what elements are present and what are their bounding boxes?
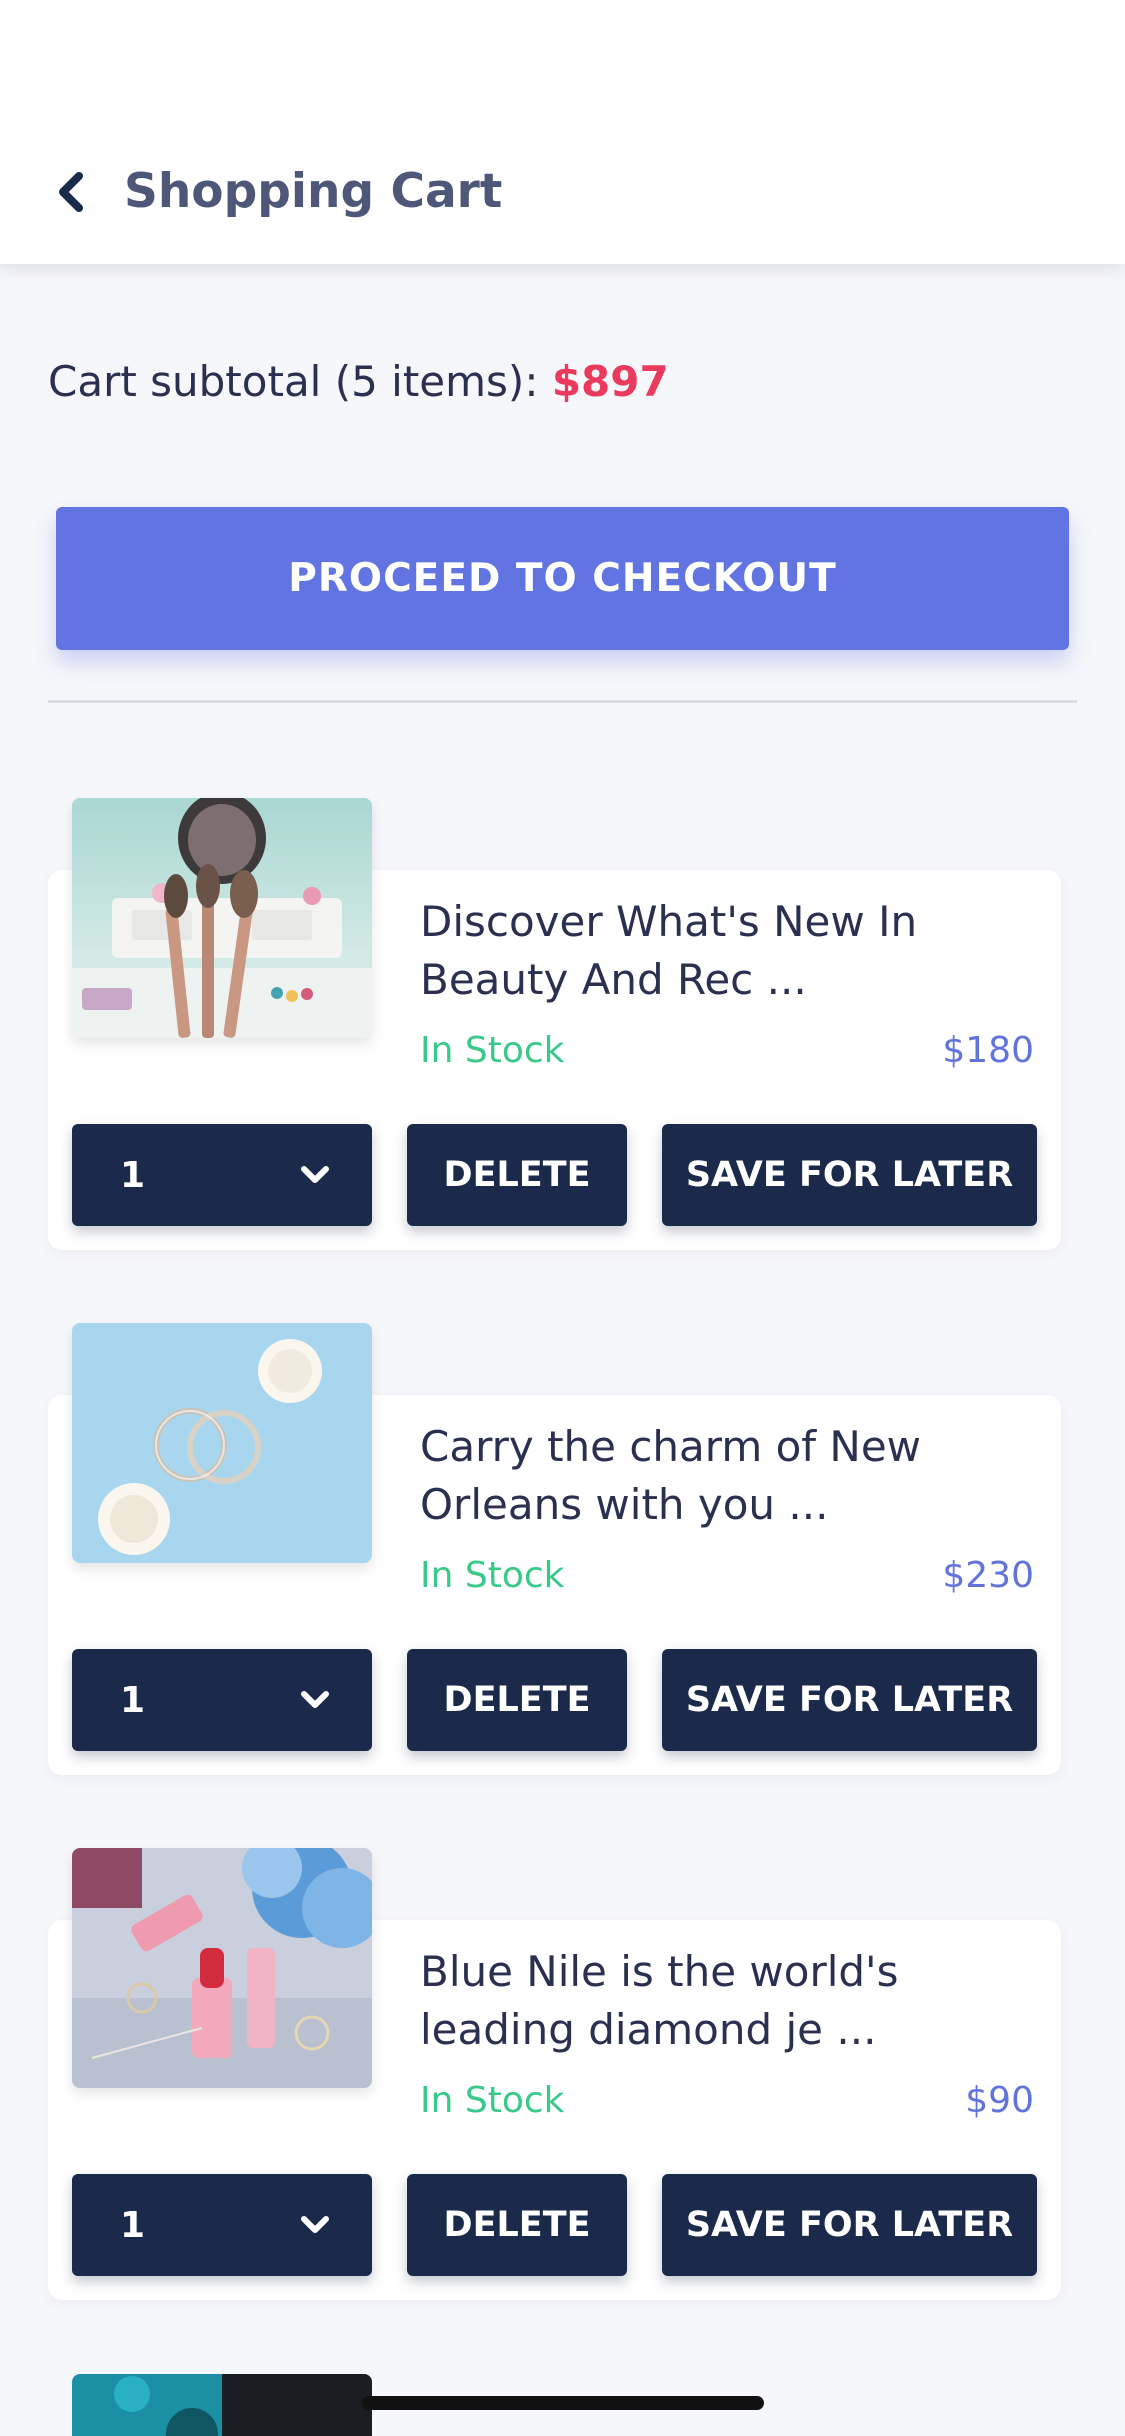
makeup-brushes-image <box>72 798 372 1038</box>
quantity-value: 1 <box>120 1154 146 1196</box>
product-image[interactable] <box>72 798 372 1038</box>
lipstick-jewelry-image <box>72 1848 372 2088</box>
divider <box>48 700 1077 703</box>
product-image[interactable] <box>72 2374 372 2436</box>
stock-status: In Stock <box>420 1555 565 1596</box>
quantity-select[interactable]: 1 <box>72 1124 372 1226</box>
product-title[interactable]: Blue Nile is the world's leading diamond… <box>420 1943 1040 2059</box>
back-button[interactable] <box>44 162 96 222</box>
product-title[interactable]: Carry the charm of New Orleans with you … <box>420 1418 1040 1534</box>
quantity-value: 1 <box>120 2204 146 2246</box>
shopping-cart-screen: Shopping Cart Cart subtotal (5 items): $… <box>0 0 1125 2436</box>
quantity-select[interactable]: 1 <box>72 1649 372 1751</box>
hoop-earrings-image <box>72 1323 372 1563</box>
chevron-down-icon <box>301 1691 329 1708</box>
product-price: $180 <box>942 1030 1034 1071</box>
product-price: $230 <box>942 1555 1034 1596</box>
chevron-left-icon <box>59 172 83 212</box>
product-title[interactable]: Discover What's New In Beauty And Rec ..… <box>420 893 1040 1009</box>
quantity-value: 1 <box>120 1679 146 1721</box>
product-image[interactable] <box>72 1848 372 2088</box>
chevron-down-icon <box>301 2216 329 2233</box>
cart-item: Discover What's New In Beauty And Rec ..… <box>0 798 1125 1250</box>
product-image[interactable] <box>72 1323 372 1563</box>
chevron-down-icon <box>301 1166 329 1183</box>
save-for-later-button[interactable]: SAVE FOR LATER <box>662 1124 1037 1226</box>
home-indicator <box>362 2396 764 2410</box>
stock-status: In Stock <box>420 2080 565 2121</box>
page-title: Shopping Cart <box>124 164 503 219</box>
save-for-later-button[interactable]: SAVE FOR LATER <box>662 2174 1037 2276</box>
subtotal-amount: $897 <box>551 357 669 406</box>
delete-button[interactable]: DELETE <box>407 1124 627 1226</box>
proceed-to-checkout-button[interactable]: PROCEED TO CHECKOUT <box>56 507 1069 650</box>
cart-item: Blue Nile is the world's leading diamond… <box>0 1848 1125 2300</box>
product-price: $90 <box>965 2080 1034 2121</box>
delete-button[interactable]: DELETE <box>407 1649 627 1751</box>
delete-button[interactable]: DELETE <box>407 2174 627 2276</box>
cart-item: Carry the charm of New Orleans with you … <box>0 1323 1125 1775</box>
quantity-select[interactable]: 1 <box>72 2174 372 2276</box>
subtotal-label: Cart subtotal (5 items): <box>48 357 552 406</box>
product-image-partial <box>72 2374 372 2436</box>
stock-status: In Stock <box>420 1030 565 1071</box>
save-for-later-button[interactable]: SAVE FOR LATER <box>662 1649 1037 1751</box>
cart-subtotal: Cart subtotal (5 items): $897 <box>48 352 669 412</box>
app-header: Shopping Cart <box>0 0 1125 264</box>
